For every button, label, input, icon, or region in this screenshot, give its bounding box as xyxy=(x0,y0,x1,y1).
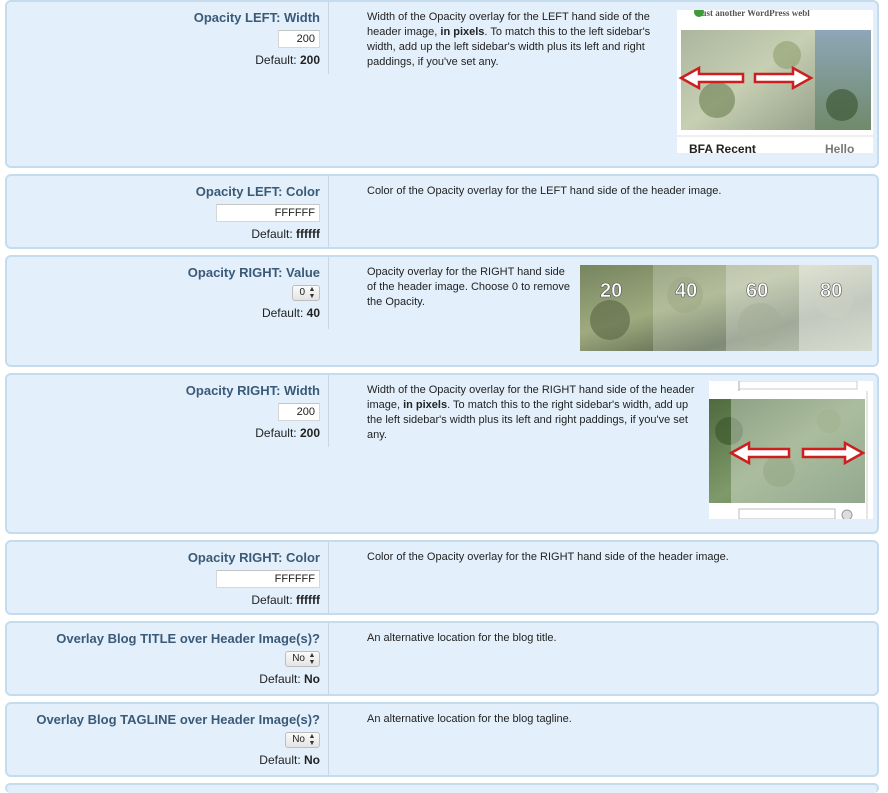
option-description: Color of the Opacity overlay for the RIG… xyxy=(367,551,729,563)
select-arrows-icon: ▲ ▼ xyxy=(308,286,316,300)
option-default: Default: No xyxy=(259,672,320,686)
preview-right-text: Hello xyxy=(825,142,854,153)
option-description: An alternative location for the blog tag… xyxy=(367,713,572,725)
opacity-step-80: 80 xyxy=(820,280,842,302)
option-description: Width of the Opacity overlay for the LEF… xyxy=(367,11,651,68)
divider xyxy=(328,2,329,74)
option-label: Overlay Blog TITLE over Header Image(s)? xyxy=(56,631,320,646)
divider xyxy=(328,704,329,776)
opacity-step-60: 60 xyxy=(746,280,768,302)
option-next-partial xyxy=(5,783,879,793)
option-overlay-blog-tagline: Overlay Blog TAGLINE over Header Image(s… xyxy=(5,702,879,777)
divider xyxy=(328,542,329,614)
opacity-right-color-input[interactable]: FFFFFF xyxy=(216,570,320,588)
overlay-title-select[interactable]: No ▲ ▼ xyxy=(285,651,320,667)
opacity-step-20: 20 xyxy=(600,280,622,302)
option-description: Width of the Opacity overlay for the RIG… xyxy=(367,384,695,441)
option-label: Opacity RIGHT: Color xyxy=(187,550,320,565)
option-label: Opacity RIGHT: Width xyxy=(185,383,320,398)
option-default: Default: 200 xyxy=(255,53,320,67)
option-default: Default: ffffff xyxy=(251,593,320,607)
option-description: An alternative location for the blog tit… xyxy=(367,632,557,644)
option-label: Opacity RIGHT: Value xyxy=(187,265,320,280)
divider xyxy=(328,257,329,329)
opacity-left-width-input[interactable]: 200 xyxy=(278,30,320,48)
select-arrows-icon: ▲ ▼ xyxy=(308,652,316,666)
option-opacity-right-width: Opacity RIGHT: Width 200 Default: 200 Wi… xyxy=(5,373,879,534)
option-default: Default: 40 xyxy=(261,306,320,320)
opacity-right-width-input[interactable]: 200 xyxy=(278,403,320,421)
preview-left-text: BFA Recent xyxy=(689,142,756,153)
divider xyxy=(328,176,329,248)
option-default: Default: No xyxy=(259,753,320,767)
option-description: Color of the Opacity overlay for the LEF… xyxy=(367,185,722,197)
option-overlay-blog-title: Overlay Blog TITLE over Header Image(s)?… xyxy=(5,621,879,696)
opacity-right-value-select[interactable]: 0 ▲ ▼ xyxy=(292,285,320,301)
option-opacity-left-color: Opacity LEFT: Color FFFFFF Default: ffff… xyxy=(5,174,879,249)
option-label: Opacity LEFT: Color xyxy=(195,184,320,199)
option-opacity-right-value: Opacity RIGHT: Value 0 ▲ ▼ Default: 40 Opa… xyxy=(5,255,879,367)
divider xyxy=(328,623,329,695)
option-opacity-left-width: Opacity LEFT: Width 200 Default: 200 Wid… xyxy=(5,0,879,168)
option-opacity-right-color: Opacity RIGHT: Color FFFFFF Default: fff… xyxy=(5,540,879,615)
opacity-step-40: 40 xyxy=(675,280,697,302)
right-width-preview-image xyxy=(709,381,873,519)
left-width-preview-image: Just another WordPress webl BFA Recent H… xyxy=(677,10,873,153)
option-label: Overlay Blog TAGLINE over Header Image(s… xyxy=(36,712,320,727)
divider xyxy=(328,375,329,447)
option-label: Opacity LEFT: Width xyxy=(193,10,320,25)
option-default: Default: ffffff xyxy=(251,227,320,241)
overlay-tagline-select[interactable]: No ▲ ▼ xyxy=(285,732,320,748)
opacity-left-color-input[interactable]: FFFFFF xyxy=(216,204,320,222)
opacity-steps-preview-image: 20 40 60 80 xyxy=(580,265,872,351)
select-arrows-icon: ▲ ▼ xyxy=(308,733,316,747)
option-description: Opacity overlay for the RIGHT hand side … xyxy=(367,266,571,308)
preview-tagline: Just another WordPress webl xyxy=(697,10,810,18)
option-default: Default: 200 xyxy=(255,426,320,440)
